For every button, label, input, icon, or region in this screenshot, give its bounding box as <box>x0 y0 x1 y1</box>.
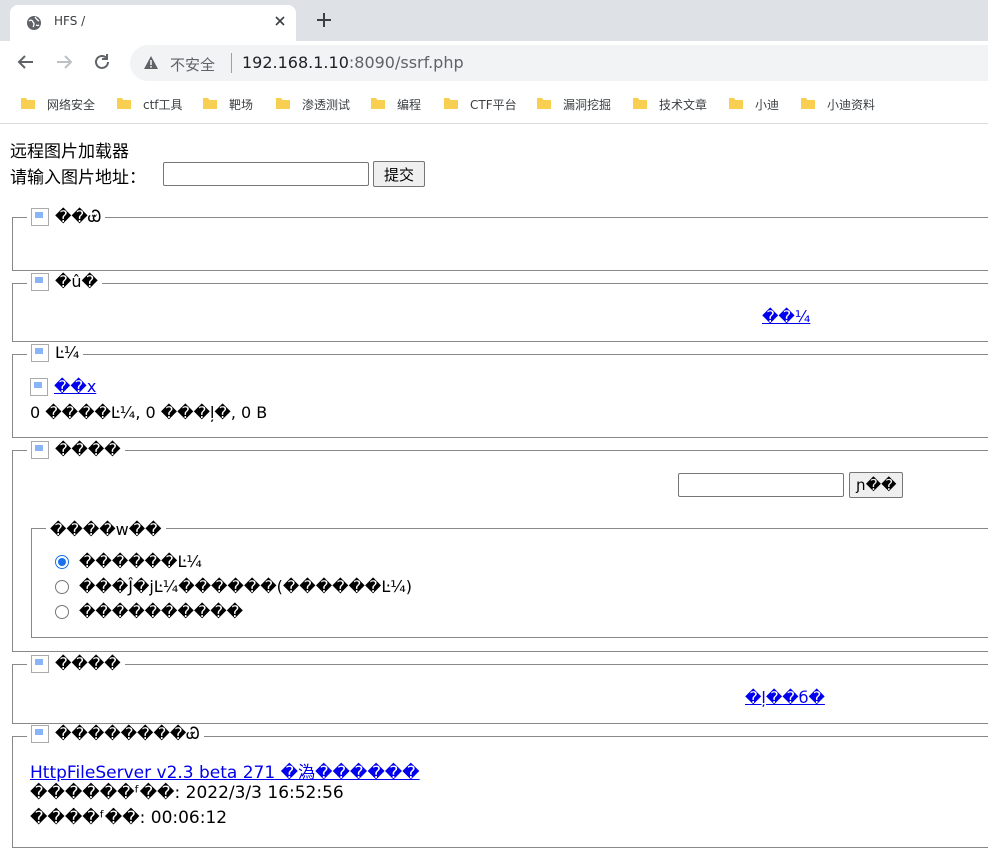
search-button[interactable]: ɲ�� <box>849 472 903 498</box>
user-legend: ��Ꮿ <box>27 207 106 227</box>
warning-icon <box>144 56 158 69</box>
bookmark-label: 小迪 <box>755 98 780 112</box>
bookmark-label: 渗透测试 <box>302 98 351 112</box>
broken-image-icon <box>31 725 49 743</box>
folder-link-row: ��x <box>30 377 96 396</box>
option-radio-1[interactable] <box>55 555 69 569</box>
tab-title: HFS / <box>54 14 86 28</box>
server-uptime: ����ᶠ��: 00:06:12 <box>30 808 228 828</box>
option-label-2: ���Ĵ�jĿ¼������(������Ŀ¼) <box>79 577 412 596</box>
option-radio-3[interactable] <box>55 605 69 619</box>
url-input-label: 请输入图片地址： <box>10 168 146 188</box>
login-legend-text: �û� <box>55 272 98 291</box>
option-radio-2[interactable] <box>55 580 69 594</box>
reload-icon[interactable] <box>92 52 112 72</box>
url-path: :8090/ssrf.php <box>348 53 464 72</box>
server-legend: ��������Ꮿ <box>27 724 204 744</box>
url-host: 192.168.1.10 <box>242 53 349 72</box>
server-time: ������ᶠ��: 2022/3/3 16:52:56 <box>30 783 344 803</box>
login-fieldset <box>12 283 988 342</box>
not-secure-label: 不安全 <box>170 56 216 74</box>
globe-icon <box>27 16 41 30</box>
folder-icon <box>729 98 743 109</box>
login-link[interactable]: ��¼ <box>762 307 810 326</box>
broken-image-icon <box>31 208 49 226</box>
folder-icon <box>21 98 35 109</box>
bookmark-label: ctf工具 <box>143 98 183 112</box>
option-label-3: ���������� <box>79 602 244 621</box>
bookmark-label: 小迪资料 <box>827 98 876 112</box>
bookmark-label: 编程 <box>397 98 422 112</box>
bookmark-label: 网络安全 <box>47 98 96 112</box>
folder-up-link[interactable]: ��x <box>54 377 96 396</box>
broken-image-icon <box>31 343 49 362</box>
browser-tab[interactable]: HFS / <box>10 5 296 41</box>
broken-image-icon <box>30 377 48 396</box>
folder-icon <box>203 98 217 109</box>
folder-icon <box>117 98 131 109</box>
server-version-link[interactable]: HttpFileServer v2.3 beta 271 �溈������ <box>30 758 420 783</box>
user-fieldset <box>12 217 988 271</box>
search-input[interactable] <box>678 473 844 497</box>
bookmark-label: 技术文章 <box>659 98 708 112</box>
user-legend-text: ��Ꮿ <box>55 207 102 226</box>
bookmark-label: 靶场 <box>229 98 254 112</box>
toolbar: 不安全 192.168.1.10:8090/ssrf.php <box>0 41 988 85</box>
folder-fieldset <box>12 354 988 438</box>
broken-image-icon <box>31 440 49 459</box>
option-label-1: ������Ŀ¼ <box>79 552 202 571</box>
folder-stats: 0 ����Ŀ¼, 0 ���ļ�, 0 B <box>30 403 268 422</box>
url-text[interactable]: 192.168.1.10:8090/ssrf.php <box>242 53 464 72</box>
url-separator <box>231 53 232 73</box>
folder-legend-text: Ŀ¼ <box>55 343 80 362</box>
search-legend-text: ���� <box>55 440 121 459</box>
login-legend: �û� <box>27 272 102 291</box>
folder-icon <box>633 98 647 109</box>
select-legend-text: ���� <box>55 654 121 673</box>
forward-arrow-icon[interactable] <box>54 52 74 72</box>
close-icon[interactable] <box>272 13 288 29</box>
folder-icon <box>444 98 458 109</box>
options-legend: ����w�� <box>46 520 166 539</box>
folder-legend: Ŀ¼ <box>27 343 84 362</box>
broken-image-icon <box>31 654 49 673</box>
broken-image-icon <box>31 272 49 291</box>
image-url-input[interactable] <box>163 162 369 186</box>
page-content: 远程图片加载器 请输入图片地址： 提交 ��Ꮿ �û� ��¼ Ŀ¼ ��x 0… <box>0 124 988 848</box>
tab-strip: HFS / <box>0 0 988 41</box>
page-heading: 远程图片加载器 <box>10 142 129 162</box>
bookmark-label: CTF平台 <box>470 98 517 112</box>
folder-icon <box>537 98 551 109</box>
folder-icon <box>801 98 815 109</box>
file-list-link[interactable]: �ļ��б� <box>745 688 825 707</box>
new-tab-icon[interactable] <box>314 10 334 30</box>
submit-button[interactable]: 提交 <box>373 161 425 187</box>
back-arrow-icon[interactable] <box>16 52 36 72</box>
search-legend: ���� <box>27 440 125 459</box>
address-bar[interactable]: 不安全 192.168.1.10:8090/ssrf.php <box>130 45 988 81</box>
folder-icon <box>276 98 290 109</box>
server-legend-text: ��������Ꮿ <box>55 724 200 743</box>
select-fieldset <box>12 664 988 724</box>
select-legend: ���� <box>27 654 125 673</box>
bookmarks-bar: 网络安全 ctf工具 靶场 渗透测试 编程 CTF平台 漏洞挖掘 技术文章 小迪… <box>0 85 988 124</box>
bookmark-label: 漏洞挖掘 <box>563 98 612 112</box>
folder-icon <box>371 98 385 109</box>
